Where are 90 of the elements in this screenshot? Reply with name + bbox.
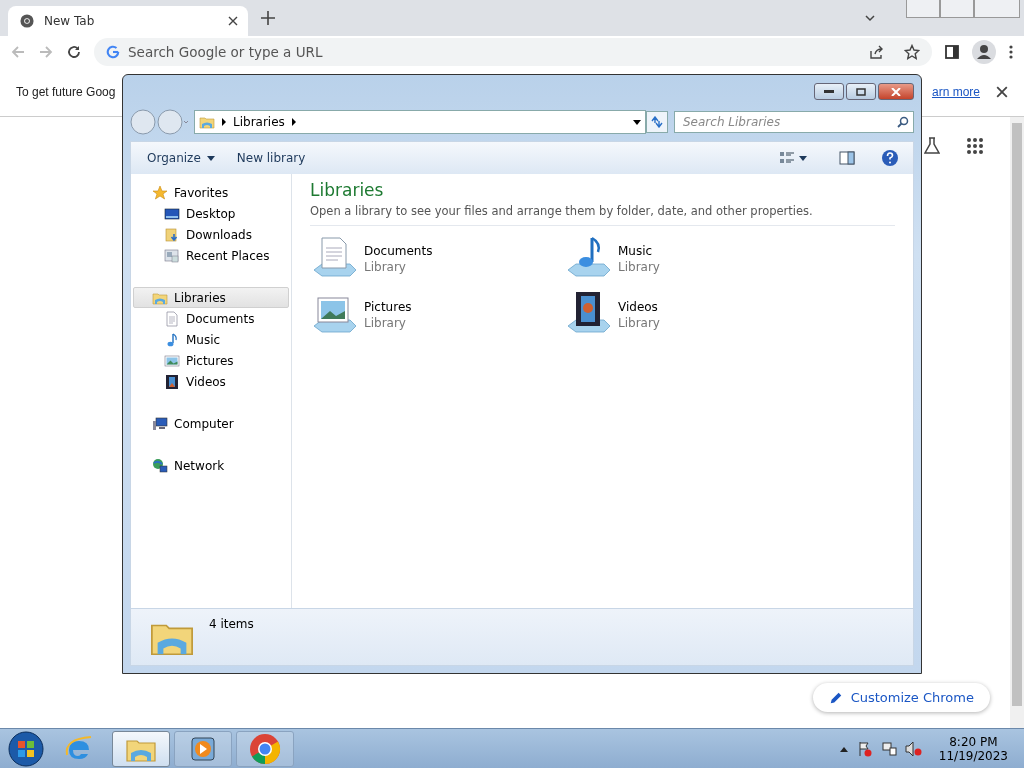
library-name[interactable]: Music (618, 244, 660, 258)
maximize-icon (856, 87, 866, 96)
folder-icon (164, 226, 180, 243)
new-tab-icon[interactable] (258, 8, 278, 28)
nav-item[interactable]: Network (133, 455, 289, 476)
library-type: Library (618, 316, 660, 330)
share-icon[interactable] (868, 44, 884, 60)
dropdown-arrow-icon (206, 155, 215, 161)
view-list-icon (779, 151, 795, 165)
page-heading: Libraries (310, 180, 385, 200)
side-panel-icon[interactable] (944, 44, 960, 60)
nav-item[interactable]: Pictures (133, 350, 289, 371)
refresh-button[interactable] (646, 111, 668, 133)
google-g-icon (106, 45, 120, 59)
address-bar[interactable]: Libraries (194, 110, 646, 134)
computer-icon (152, 415, 168, 432)
close-button[interactable] (878, 83, 914, 100)
address-placeholder: Search Google or type a URL (128, 44, 323, 60)
nav-item[interactable]: Favorites (133, 182, 289, 203)
nav-item[interactable]: Documents (133, 308, 289, 329)
library-type: Library (618, 260, 660, 274)
desktop-icon (164, 205, 180, 222)
star-icon[interactable] (904, 44, 920, 60)
learn-more-link[interactable]: arn more (931, 85, 980, 99)
network-icon (152, 457, 168, 474)
menu-icon[interactable] (1008, 44, 1014, 60)
nav-item[interactable]: Recent Places (133, 245, 289, 266)
clock[interactable]: 8:20 PM 11/19/2023 (930, 734, 1016, 763)
chrome-logo-icon (20, 14, 34, 28)
flag-icon[interactable] (856, 740, 873, 757)
nav-item[interactable]: Desktop (133, 203, 289, 224)
dropdown-arrow-icon[interactable] (633, 119, 641, 125)
nav-item[interactable]: Libraries (133, 287, 289, 308)
taskbar-button[interactable] (236, 730, 294, 767)
nav-item[interactable]: Downloads (133, 224, 289, 245)
nav-item[interactable]: Videos (133, 371, 289, 392)
item-count: 4 items (209, 617, 254, 631)
preview-pane-icon (839, 151, 855, 165)
breadcrumb-item[interactable]: Libraries (233, 115, 285, 129)
maximize-button[interactable] (846, 83, 876, 100)
infobar-message: To get future Goog (16, 85, 116, 99)
refresh-icon (650, 116, 664, 128)
breadcrumb-arrow-icon[interactable] (290, 118, 297, 126)
taskbar-button[interactable] (174, 730, 232, 767)
close-icon[interactable] (996, 86, 1008, 98)
toolbar-button[interactable]: New library (228, 147, 314, 169)
pencil-icon (828, 690, 843, 705)
document-icon (164, 310, 180, 327)
reload-icon[interactable] (66, 44, 82, 60)
browser-tab[interactable]: New Tab (8, 6, 248, 36)
chrome-logo-icon (249, 732, 281, 765)
film-icon (164, 373, 180, 390)
profile-icon[interactable] (972, 40, 996, 64)
picture-icon (164, 352, 180, 369)
toolbar-button[interactable]: Organize (139, 147, 223, 169)
start-button[interactable] (6, 729, 46, 768)
breadcrumb-arrow-icon[interactable] (221, 118, 227, 126)
places-icon (164, 247, 180, 264)
media-player-icon (189, 734, 217, 763)
library-type: Library (364, 316, 407, 330)
library-icon (199, 114, 215, 130)
network-icon[interactable] (880, 740, 897, 757)
customize-chrome-button[interactable]: Customize Chrome (812, 683, 990, 712)
close-icon[interactable] (228, 16, 238, 26)
dropdown-arrow-icon (799, 155, 807, 161)
library-name[interactable]: Documents (364, 244, 433, 258)
address-bar[interactable]: Search Google or type a URL (94, 38, 932, 66)
search-input[interactable]: Search Libraries (683, 113, 897, 131)
library-name[interactable]: Pictures (364, 300, 412, 314)
apps-grid-icon[interactable] (966, 137, 984, 155)
search-field[interactable]: Search Libraries (674, 111, 914, 133)
date: 11/19/2023 (938, 748, 1008, 763)
minimize-icon (824, 89, 834, 94)
nav-item[interactable]: Computer (133, 413, 289, 434)
help-icon[interactable] (881, 149, 899, 167)
search-icon (897, 116, 909, 128)
close-icon (891, 87, 901, 96)
page-description: Open a library to see your files and arrange them by folder, date, and other properties. (310, 204, 895, 226)
minimize-button[interactable] (814, 83, 844, 100)
library-name[interactable]: Videos (618, 300, 660, 314)
scrollbar[interactable] (1010, 117, 1024, 728)
taskbar-button[interactable] (112, 730, 170, 767)
star-icon (152, 184, 168, 201)
tab-search-icon[interactable] (864, 12, 876, 24)
tab-title: New Tab (44, 14, 96, 28)
volume-muted-icon[interactable] (904, 740, 923, 757)
flask-icon[interactable] (924, 137, 940, 155)
library-type: Library (364, 260, 407, 274)
time: 8:20 PM (949, 734, 998, 749)
nav-item[interactable]: Music (133, 329, 289, 350)
